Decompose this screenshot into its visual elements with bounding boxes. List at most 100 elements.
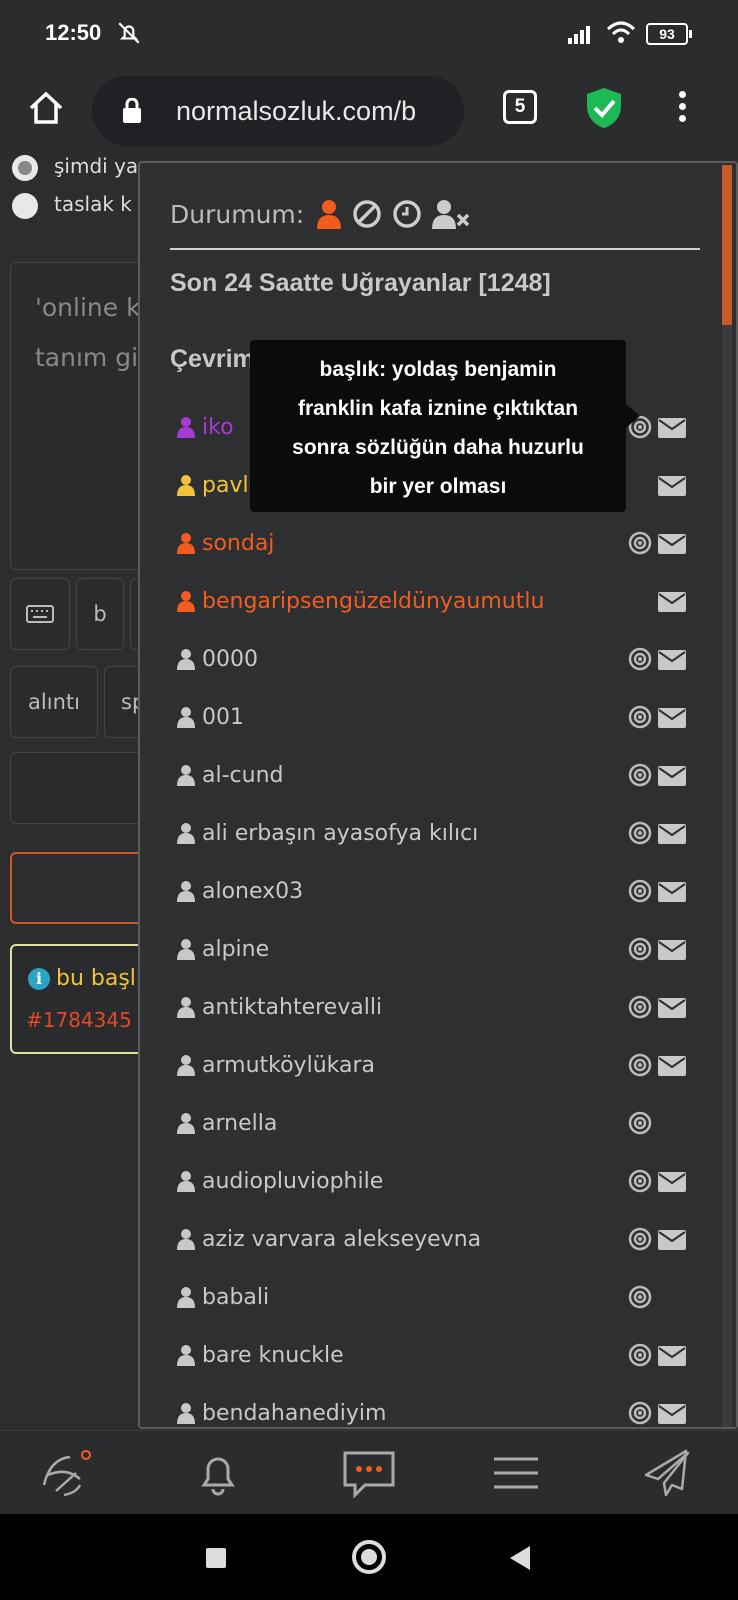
user-row[interactable]: 0000 bbox=[176, 630, 716, 688]
keyboard-button[interactable] bbox=[10, 578, 70, 650]
home-button[interactable] bbox=[352, 1540, 386, 1574]
mail-icon[interactable] bbox=[658, 592, 686, 612]
user-icon bbox=[177, 1403, 195, 1424]
radio-icon bbox=[12, 154, 38, 181]
user-row[interactable]: antiktahterevalli bbox=[176, 978, 716, 1036]
mail-icon[interactable] bbox=[658, 998, 686, 1018]
user-name[interactable]: al-cund bbox=[202, 763, 283, 788]
user-row[interactable]: babali bbox=[176, 1268, 716, 1326]
shield-icon[interactable] bbox=[584, 86, 624, 130]
user-name[interactable]: 001 bbox=[202, 705, 244, 730]
user-name[interactable]: arnella bbox=[202, 1111, 277, 1136]
follow-icon[interactable] bbox=[628, 1227, 652, 1251]
more-options-icon[interactable] bbox=[676, 88, 688, 128]
follow-icon[interactable] bbox=[628, 531, 652, 555]
user-name[interactable]: bendahanediyim bbox=[202, 1401, 386, 1426]
mail-icon[interactable] bbox=[658, 940, 686, 960]
user-name[interactable]: aziz varvara alekseyevna bbox=[202, 1227, 481, 1252]
mail-icon[interactable] bbox=[658, 650, 686, 670]
user-name[interactable]: bengaripsengüzeldünyaumutlu bbox=[202, 589, 544, 614]
block-icon[interactable] bbox=[352, 199, 382, 229]
user-row[interactable]: 001 bbox=[176, 688, 716, 746]
scrollbar[interactable] bbox=[722, 165, 732, 1427]
user-name[interactable]: bare knuckle bbox=[202, 1343, 344, 1368]
tab-switcher-button[interactable]: 5 bbox=[503, 90, 537, 124]
radio-option[interactable]: taslak k bbox=[12, 192, 132, 219]
user-online-icon[interactable] bbox=[316, 199, 342, 229]
mail-icon[interactable] bbox=[658, 1056, 686, 1076]
recents-button[interactable] bbox=[206, 1548, 226, 1568]
battery-indicator: 93 bbox=[646, 23, 692, 45]
user-row[interactable]: bendahanediyim bbox=[176, 1384, 716, 1427]
follow-icon[interactable] bbox=[628, 1285, 652, 1309]
quote-button[interactable]: alıntı bbox=[10, 666, 98, 738]
user-row[interactable]: bengaripsengüzeldünyaumutlu bbox=[176, 572, 716, 630]
follow-icon[interactable] bbox=[628, 937, 652, 961]
user-remove-icon[interactable] bbox=[432, 199, 472, 229]
user-list: ikopavlov'un göbeğisondajbengaripsengüze… bbox=[176, 398, 716, 1427]
mail-icon[interactable] bbox=[658, 476, 686, 496]
user-row[interactable]: aziz varvara alekseyevna bbox=[176, 1210, 716, 1268]
follow-icon[interactable] bbox=[628, 647, 652, 671]
user-name[interactable]: alpine bbox=[202, 937, 269, 962]
back-button[interactable] bbox=[510, 1546, 530, 1570]
user-name[interactable]: babali bbox=[202, 1285, 269, 1310]
clock-icon[interactable] bbox=[392, 199, 422, 229]
recent-visitors-link[interactable]: Son 24 Saatte Uğrayanlar [1248] bbox=[170, 269, 551, 298]
mail-icon[interactable] bbox=[658, 1172, 686, 1192]
radio-option[interactable]: şimdi ya bbox=[12, 154, 138, 181]
url-field[interactable]: normalsozluk.com/b bbox=[92, 76, 464, 146]
user-icon bbox=[177, 1287, 195, 1308]
user-icon bbox=[177, 1229, 195, 1250]
mail-icon[interactable] bbox=[658, 766, 686, 786]
mail-icon[interactable] bbox=[658, 1346, 686, 1366]
follow-icon[interactable] bbox=[628, 1169, 652, 1193]
mail-icon[interactable] bbox=[658, 882, 686, 902]
user-name[interactable]: alonex03 bbox=[202, 879, 303, 904]
mail-icon[interactable] bbox=[658, 824, 686, 844]
user-row[interactable]: alonex03 bbox=[176, 862, 716, 920]
bold-button[interactable]: b bbox=[76, 578, 124, 650]
menu-icon[interactable] bbox=[488, 1445, 544, 1501]
user-icon bbox=[177, 591, 195, 612]
user-name[interactable]: armutköylükara bbox=[202, 1053, 375, 1078]
info-link[interactable]: #1784345 bbox=[26, 1008, 132, 1032]
follow-icon[interactable] bbox=[628, 1111, 652, 1135]
chat-icon[interactable] bbox=[341, 1445, 397, 1501]
user-row[interactable]: ali erbaşın ayasofya kılıcı bbox=[176, 804, 716, 862]
user-row[interactable]: audiopluviophile bbox=[176, 1152, 716, 1210]
user-icon bbox=[177, 707, 195, 728]
topic-tooltip: başlık: yoldaş benjamin franklin kafa iz… bbox=[250, 340, 640, 512]
mail-icon[interactable] bbox=[658, 1404, 686, 1424]
user-row[interactable]: sondaj bbox=[176, 514, 716, 572]
user-row[interactable]: al-cund bbox=[176, 746, 716, 804]
follow-icon[interactable] bbox=[628, 821, 652, 845]
user-name[interactable]: antiktahterevalli bbox=[202, 995, 382, 1020]
user-row[interactable]: arnella bbox=[176, 1094, 716, 1152]
bell-icon[interactable] bbox=[190, 1445, 246, 1501]
follow-icon[interactable] bbox=[628, 1053, 652, 1077]
textarea-placeholder: 'online k tanım gi bbox=[35, 293, 141, 372]
user-name[interactable]: iko bbox=[202, 415, 234, 440]
user-name[interactable]: sondaj bbox=[202, 531, 274, 556]
mail-icon[interactable] bbox=[658, 1230, 686, 1250]
plane-icon[interactable] bbox=[638, 1445, 694, 1501]
mail-icon[interactable] bbox=[658, 534, 686, 554]
user-name[interactable]: 0000 bbox=[202, 647, 258, 672]
follow-icon[interactable] bbox=[628, 879, 652, 903]
user-row[interactable]: armutköylükara bbox=[176, 1036, 716, 1094]
follow-icon[interactable] bbox=[628, 995, 652, 1019]
mail-icon[interactable] bbox=[658, 418, 686, 438]
user-row[interactable]: alpine bbox=[176, 920, 716, 978]
home-icon[interactable] bbox=[26, 88, 66, 128]
user-name[interactable]: audiopluviophile bbox=[202, 1169, 383, 1194]
user-name[interactable]: ali erbaşın ayasofya kılıcı bbox=[202, 821, 478, 846]
user-icon bbox=[177, 1171, 195, 1192]
mail-icon[interactable] bbox=[658, 708, 686, 728]
follow-icon[interactable] bbox=[628, 705, 652, 729]
follow-icon[interactable] bbox=[628, 1343, 652, 1367]
logo-icon[interactable] bbox=[36, 1445, 92, 1501]
follow-icon[interactable] bbox=[628, 763, 652, 787]
follow-icon[interactable] bbox=[628, 1401, 652, 1425]
user-row[interactable]: bare knuckle bbox=[176, 1326, 716, 1384]
